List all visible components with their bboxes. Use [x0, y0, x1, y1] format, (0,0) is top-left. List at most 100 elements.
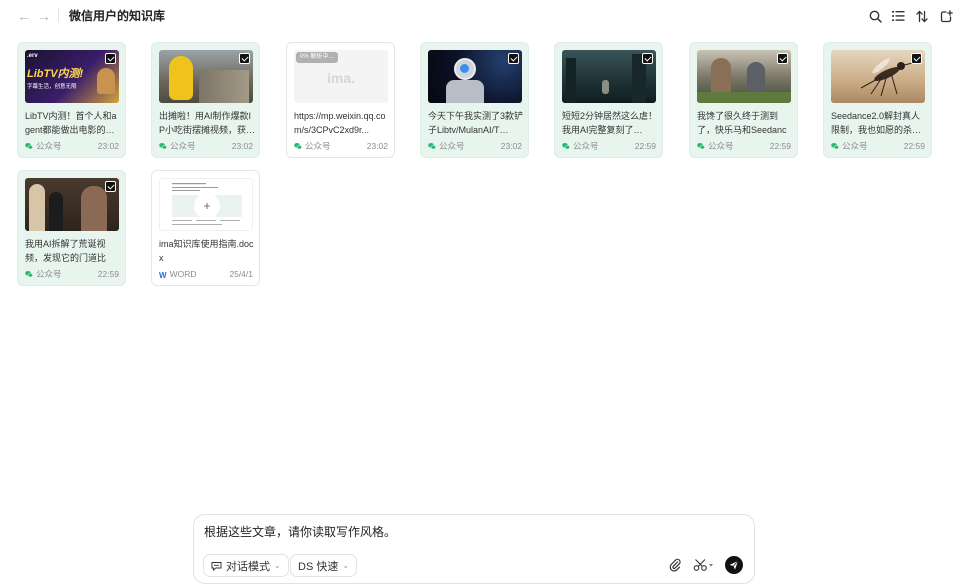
- thumb-logo: .erv: [27, 53, 38, 59]
- thumb-headline: LibTV内测!: [27, 68, 84, 80]
- thumb-body: [446, 80, 484, 103]
- document-card[interactable]: 我用AI拆解了荒诞视频，发现它的门道比我… 公众号 22:59: [17, 170, 126, 286]
- selected-checkbox[interactable]: [239, 53, 250, 64]
- thumb-person: [49, 192, 63, 231]
- thumb-caption: 字幕生活，创意无限: [27, 84, 77, 90]
- selected-checkbox[interactable]: [777, 53, 788, 64]
- card-source: 公众号: [170, 141, 196, 151]
- model-dropdown[interactable]: DS 快速 ⌄: [290, 554, 358, 577]
- thumb-vegetables: [697, 92, 791, 103]
- card-title: 我用AI拆解了荒诞视频，发现它的门道比我…: [25, 239, 107, 263]
- card-thumbnail: [25, 178, 119, 231]
- thumb-tree: [566, 58, 576, 103]
- document-card[interactable]: 今天下午我实测了3款铲子Libtv/MulanAI/T… 公众号 23:02: [420, 42, 529, 158]
- chat-composer[interactable]: 根据这些文章，请你读取写作风格。 对话模式 ⌄ DS 快速 ⌄: [193, 514, 755, 584]
- wechat-icon: [562, 143, 570, 150]
- card-thumbnail: .erv LibTV内测! 字幕生活，创意无限: [25, 50, 119, 103]
- model-label: DS 快速: [298, 560, 339, 573]
- card-source: WORD: [169, 269, 197, 279]
- card-thumbnail: [562, 50, 656, 103]
- card-title: 短短2分钟居然这么虐！我用AI完整复刻了…: [562, 111, 658, 135]
- document-card[interactable]: Seedance2.0解封真人限制，我也如愿的杀… 公众号 22:59: [823, 42, 932, 158]
- thumb-person: [97, 68, 115, 94]
- wechat-icon: [25, 271, 33, 278]
- card-thumbnail: [159, 50, 253, 103]
- thumb-figure: [602, 80, 609, 94]
- card-time: 23:02: [366, 141, 388, 151]
- document-card[interactable]: 我馋了很久终于测到了，快乐马和Seedance… 公众号 22:59: [689, 42, 798, 158]
- add-file-icon[interactable]: [937, 7, 955, 25]
- chevron-down-icon: ⌄: [342, 561, 350, 570]
- document-card[interactable]: 0% 解析中… ima. https://mp.weixin.qq.com/s/…: [286, 42, 395, 158]
- card-source: 公众号: [708, 141, 734, 151]
- card-meta: 公众号 22:59: [562, 140, 656, 152]
- card-source: 公众号: [842, 141, 868, 151]
- doc-preview: [172, 183, 242, 225]
- card-title: 出摊啦！用AI制作爆款IP小吃街摆摊视频，获…: [159, 111, 255, 135]
- document-card[interactable]: 短短2分钟居然这么虐！我用AI完整复刻了… 公众号 22:59: [554, 42, 663, 158]
- card-thumbnail: [159, 178, 253, 231]
- card-meta: 公众号 23:02: [428, 140, 522, 152]
- card-time: 22:59: [769, 141, 791, 151]
- document-card[interactable]: ima知识库使用指南.docx W WORD 25/4/1: [151, 170, 260, 286]
- search-icon[interactable]: [866, 7, 884, 25]
- card-time: 22:59: [634, 141, 656, 151]
- card-meta: 公众号 23:02: [159, 140, 253, 152]
- wechat-icon: [428, 143, 436, 150]
- thumb-person: [81, 186, 107, 231]
- wechat-icon: [831, 143, 839, 150]
- back-arrow-icon[interactable]: ←: [16, 8, 32, 24]
- thumb-visor: [460, 64, 469, 73]
- card-title: 我馋了很久终于测到了，快乐马和Seedance…: [697, 111, 787, 135]
- chat-bubble-icon: [211, 561, 222, 571]
- sort-icon[interactable]: [913, 7, 931, 25]
- card-meta: 公众号 22:59: [697, 140, 791, 152]
- card-time: 23:02: [97, 141, 119, 151]
- card-meta: 公众号 23:02: [294, 140, 388, 152]
- selected-checkbox[interactable]: [105, 181, 116, 192]
- scissors-tool-icon[interactable]: [692, 556, 716, 574]
- card-thumbnail: 0% 解析中… ima.: [294, 50, 388, 103]
- list-view-icon[interactable]: [889, 7, 907, 25]
- card-time: 23:02: [500, 141, 522, 151]
- card-thumbnail: [428, 50, 522, 103]
- card-source: 公众号: [439, 141, 465, 151]
- wechat-icon: [159, 143, 167, 150]
- selected-checkbox[interactable]: [642, 53, 653, 64]
- thumb-person: [29, 184, 45, 231]
- card-source: 公众号: [573, 141, 599, 151]
- card-source: 公众号: [305, 141, 331, 151]
- send-icon: [725, 556, 743, 574]
- wechat-icon: [697, 143, 705, 150]
- forward-arrow-icon[interactable]: →: [36, 8, 52, 24]
- wechat-icon: [294, 143, 302, 150]
- chat-mode-label: 对话模式: [226, 560, 270, 573]
- card-title: https://mp.weixin.qq.com/s/3CPvC2xd9r...: [294, 111, 386, 135]
- card-time: 25/4/1: [229, 269, 253, 279]
- selected-checkbox[interactable]: [911, 53, 922, 64]
- selected-checkbox[interactable]: [508, 53, 519, 64]
- wechat-icon: [25, 143, 33, 150]
- thumb-figure: [169, 56, 193, 100]
- top-bar: ← → 微信用户的知识库: [0, 0, 960, 32]
- ima-logo: ima.: [326, 70, 355, 86]
- card-time: 23:02: [231, 141, 253, 151]
- document-card[interactable]: .erv LibTV内测! 字幕生活，创意无限 LibTV内测！首个人和agen…: [17, 42, 126, 158]
- card-title: Seedance2.0解封真人限制，我也如愿的杀…: [831, 111, 922, 135]
- card-title: ima知识库使用指南.docx: [159, 239, 254, 263]
- prompt-input[interactable]: 根据这些文章，请你读取写作风格。: [204, 524, 396, 540]
- selected-checkbox[interactable]: [105, 53, 116, 64]
- document-card[interactable]: 出摊啦！用AI制作爆款IP小吃街摆摊视频，获… 公众号 23:02: [151, 42, 260, 158]
- word-icon: W: [159, 271, 167, 280]
- card-time: 22:59: [97, 269, 119, 279]
- send-button[interactable]: [725, 556, 743, 574]
- card-time: 22:59: [903, 141, 925, 151]
- page-title: 微信用户的知识库: [69, 9, 166, 23]
- card-thumbnail: [831, 50, 925, 103]
- chat-mode-dropdown[interactable]: 对话模式 ⌄: [203, 554, 289, 577]
- card-meta: 公众号 22:59: [831, 140, 925, 152]
- card-meta: W WORD 25/4/1: [159, 268, 253, 280]
- chevron-down-icon: ⌄: [274, 561, 281, 570]
- attachment-icon[interactable]: [666, 556, 684, 574]
- thumb-street: [199, 70, 249, 103]
